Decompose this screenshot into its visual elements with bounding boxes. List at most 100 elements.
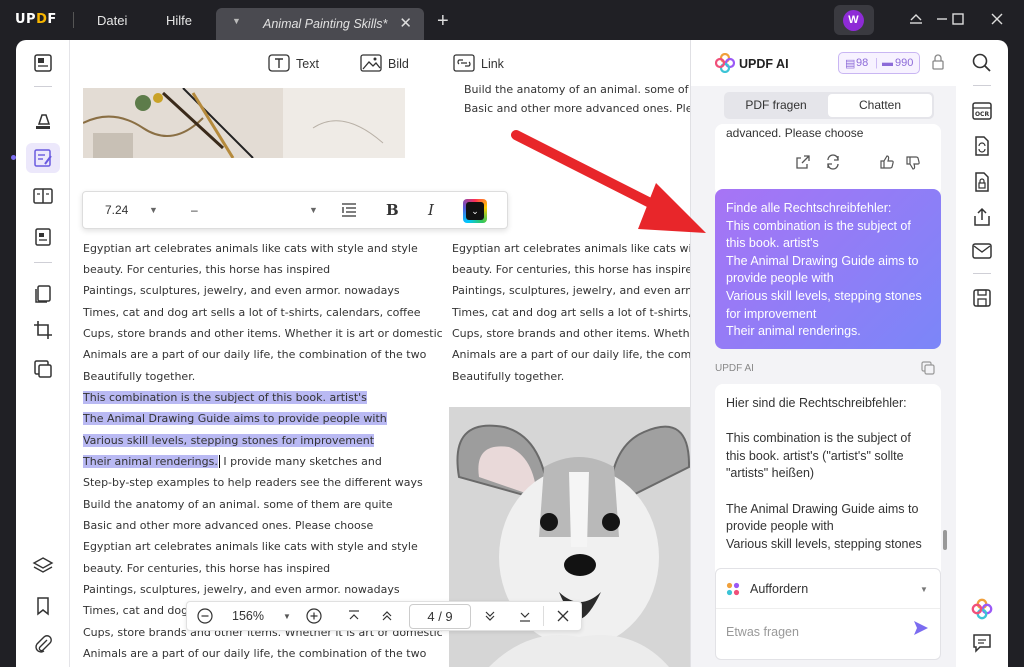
bookmark-icon[interactable]	[32, 595, 54, 617]
tab-dropdown-icon[interactable]: ▼	[232, 16, 241, 26]
pages-icon[interactable]	[32, 283, 54, 305]
last-page-icon[interactable]	[517, 608, 533, 624]
font-size-dropdown-icon[interactable]: ▼	[149, 205, 158, 215]
document-tab[interactable]: ▼ Animal Painting Skills* ✕	[216, 8, 424, 40]
text-line[interactable]: Beautifully together.	[452, 370, 564, 383]
reader-icon[interactable]	[32, 52, 54, 74]
text-line[interactable]: Beautifully together.	[83, 370, 195, 383]
font-size-value[interactable]: 7.24	[105, 203, 128, 217]
zoom-out-icon[interactable]	[197, 608, 213, 624]
highlighted-text-line[interactable]: Various skill levels, stepping stones fo…	[83, 434, 375, 447]
text-line[interactable]: Paintings, sculptures, jewelry, and even…	[83, 284, 400, 297]
text-line[interactable]: beauty. For centuries, this horse has in…	[83, 562, 330, 575]
add-link-label: Link	[481, 57, 504, 71]
comment-highlighter-icon[interactable]	[32, 110, 54, 132]
text-line[interactable]: Cups, store brands and other items. Whet…	[83, 327, 443, 340]
open-external-icon[interactable]	[795, 154, 811, 170]
text-color-picker[interactable]: ⌄	[463, 199, 487, 223]
text-line[interactable]: beauty. For centuries, this horse has in…	[83, 263, 330, 276]
text-line[interactable]: beauty. For centuries, this horse has in…	[452, 263, 690, 276]
tab-chatten[interactable]: Chatten	[828, 94, 932, 117]
account-button[interactable]: W	[834, 5, 874, 35]
highlighted-text-line[interactable]: This combination is the subject of this …	[83, 391, 367, 404]
text-format-toolbar: 7.24 ▼ – ▼ B I ⌄	[82, 191, 508, 229]
menu-hilfe[interactable]: Hilfe	[166, 13, 192, 28]
zoom-dropdown-icon[interactable]: ▼	[283, 612, 291, 621]
prompt-selector[interactable]: Auffordern ▼	[716, 569, 940, 609]
tab-close-icon[interactable]: ✕	[399, 14, 412, 32]
page-organize-icon[interactable]	[32, 185, 54, 207]
text-segment[interactable]: I provide many sketches and	[223, 455, 381, 468]
italic-button[interactable]: I	[428, 201, 434, 219]
attachment-icon[interactable]	[32, 633, 54, 655]
text-line[interactable]: Step-by-step examples to help readers se…	[83, 476, 423, 489]
text-line[interactable]: Animals are a part of our daily life, th…	[83, 647, 426, 660]
send-icon[interactable]	[912, 619, 930, 637]
ai-quota-badge[interactable]: ▤ 98 | ▬ 990	[838, 52, 920, 74]
close-window-icon[interactable]	[987, 9, 1007, 29]
text-line[interactable]: Times, cat and dog art sells a lot of t-…	[452, 306, 690, 319]
toolbar-divider	[34, 262, 52, 263]
current-page: 4	[427, 609, 435, 624]
highlighted-text-line[interactable]: The Animal Drawing Guide aims to provide…	[83, 412, 387, 425]
convert-file-icon[interactable]	[971, 135, 993, 157]
email-icon[interactable]	[971, 240, 993, 262]
align-left-icon[interactable]	[341, 202, 357, 218]
ask-input[interactable]	[726, 622, 906, 642]
text-line[interactable]: Animals are a part of our daily life, th…	[452, 348, 690, 361]
text-line[interactable]: Paintings, sculptures, jewelry, and even…	[83, 583, 400, 596]
tab-pdf-fragen[interactable]: PDF fragen	[724, 92, 828, 119]
window-frame	[1008, 40, 1024, 667]
document-viewer[interactable]: Text Bild Link Build the anatomy of an a…	[70, 40, 690, 667]
copy-icon[interactable]	[921, 361, 935, 375]
ocr-icon[interactable]: OCR	[971, 100, 993, 122]
regenerate-icon[interactable]	[825, 154, 841, 170]
lock-icon[interactable]	[931, 54, 945, 70]
bold-button[interactable]: B	[386, 201, 399, 219]
collapse-icon[interactable]	[906, 9, 926, 29]
layers-icon[interactable]	[32, 555, 54, 577]
text-line[interactable]: Cups, store brands and other items. Whet…	[452, 327, 690, 340]
text-line[interactable]: Times, cat and dog art sells a lot of t-…	[83, 306, 421, 319]
text-line[interactable]: Basic and other more advanced ones. Plea…	[83, 519, 373, 532]
text-line[interactable]: Paintings, sculptures, jewelry, and even…	[452, 284, 690, 297]
edit-pdf-icon[interactable]	[32, 147, 54, 169]
chat-scrollbar[interactable]	[943, 530, 947, 550]
text-line[interactable]: Egyptian art celebrates animals like cat…	[83, 242, 418, 255]
text-line[interactable]: Build the anatomy of an animal. some of …	[83, 498, 393, 511]
text-line[interactable]: Animals are a part of our daily life, th…	[83, 348, 426, 361]
edit-toolbar: Text Bild Link	[70, 40, 690, 88]
protect-icon[interactable]	[971, 171, 993, 193]
save-icon[interactable]	[971, 287, 993, 309]
thumbs-up-icon[interactable]	[879, 154, 895, 170]
text-line[interactable]: Basic and other more advanced ones. Plea…	[464, 102, 690, 115]
convert-icon[interactable]	[32, 358, 54, 380]
first-page-icon[interactable]	[346, 608, 362, 624]
search-icon[interactable]	[971, 52, 993, 74]
crop-icon[interactable]	[32, 319, 54, 341]
document-quota: 98	[856, 57, 869, 69]
menu-datei[interactable]: Datei	[97, 13, 127, 28]
text-line-with-selection[interactable]: Their animal renderings. I provide many …	[83, 455, 382, 468]
new-tab-icon[interactable]: +	[437, 10, 449, 33]
next-page-icon[interactable]	[482, 608, 498, 624]
text-line[interactable]: Egyptian art celebrates animals like cat…	[452, 242, 690, 255]
share-icon[interactable]	[971, 206, 993, 228]
page-navigation-bar: 156% ▼ 4 / 9	[186, 601, 582, 631]
page-number-field[interactable]: 4 / 9	[409, 604, 471, 629]
font-name-value[interactable]: –	[191, 203, 198, 217]
zoom-level[interactable]: 156%	[232, 609, 264, 623]
avatar: W	[843, 10, 864, 31]
font-name-dropdown-icon[interactable]: ▼	[309, 205, 318, 215]
maximize-icon[interactable]	[948, 9, 968, 29]
updf-ai-icon[interactable]	[971, 598, 993, 620]
text-line[interactable]: Build the anatomy of an animal. some of …	[464, 83, 690, 96]
thumbs-down-icon[interactable]	[905, 155, 921, 171]
close-nav-icon[interactable]	[555, 608, 571, 624]
comments-list-icon[interactable]	[971, 632, 993, 654]
form-icon[interactable]	[32, 226, 54, 248]
zoom-in-icon[interactable]	[306, 608, 322, 624]
highlighted-text-segment[interactable]: Their animal renderings.	[83, 455, 218, 468]
text-line[interactable]: Egyptian art celebrates animals like cat…	[83, 540, 418, 553]
previous-page-icon[interactable]	[379, 608, 395, 624]
